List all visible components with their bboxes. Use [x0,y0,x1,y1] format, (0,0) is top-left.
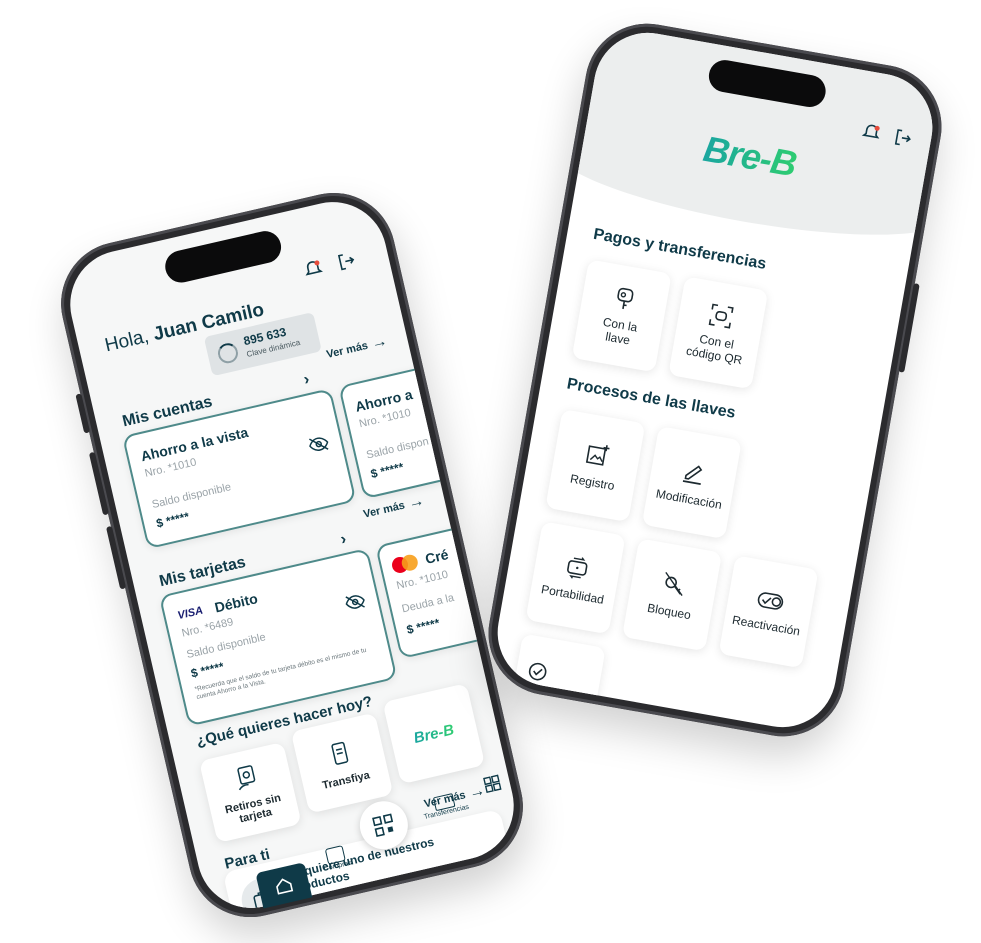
currency: $ [189,665,200,681]
accounts-see-more[interactable]: Ver más → [325,332,390,364]
hand-cash-icon [230,761,264,798]
phone-transfer-icon [323,737,357,774]
see-more-label: Ver más [362,499,407,521]
tile-label: Bloqueo [646,600,692,623]
tile-label: Reactivación [731,612,802,639]
bell-icon[interactable] [859,121,883,149]
key-modify[interactable]: Modificación [641,426,742,540]
right-screen: Bre-B Pagos y transferencias Con la llav… [489,24,941,736]
chevron-right-icon[interactable]: › [339,531,348,550]
lock-key-icon [665,571,683,596]
right-phone: Bre-B Pagos y transferencias Con la llav… [478,13,952,747]
action-cardless-withdrawal[interactable]: Retiros sin tarjeta [199,741,302,844]
arrow-right-icon: → [406,492,427,513]
pencil-icon [682,465,703,485]
arrow-right-icon: → [369,332,390,353]
qr-icon [372,813,394,838]
bre-b-logo: Bre-B [412,720,456,747]
currency: $ [405,621,415,637]
balance-value: $ ***** [155,509,191,530]
tile-label: Registro [569,471,616,494]
action-label: Retiros sin tarjeta [223,791,282,825]
check-circle-icon [528,662,547,681]
eye-off-icon[interactable] [344,592,368,617]
tile-label: Con la llave [601,314,639,348]
balance: ***** [379,459,405,479]
action-label: Transfiya [321,768,371,792]
balance: ***** [199,659,226,679]
balance: ***** [164,509,191,529]
partial-tile[interactable] [509,633,606,727]
dynamic-island [162,227,285,286]
logout-icon[interactable] [334,249,358,273]
eye-off-icon[interactable] [307,434,331,459]
balance-value: $ ***** [369,460,405,481]
currency: $ [154,515,165,531]
nav-shopping[interactable]: Compras [314,843,360,881]
action-bre-b[interactable]: Bre-B [382,683,486,785]
balance-value: $ ***** [190,659,226,680]
balance-label: Saldo dispon [365,435,430,462]
pay-with-qr[interactable]: Con el código QR [668,276,769,390]
chevron-right-icon[interactable]: › [302,371,311,390]
key-portability[interactable]: Portabilidad [525,521,626,635]
add-image-icon [585,445,610,466]
action-transfiya[interactable]: Transfiya [290,712,394,814]
qr-scan-icon [708,303,734,329]
grid-icon [483,774,502,794]
tile-label: Portabilidad [540,582,606,607]
greeting-label: Hola, [102,325,151,357]
portability-icon [567,557,588,579]
key-block[interactable]: Bloqueo [622,538,723,652]
balance: ***** [415,615,441,635]
home-icon [276,878,294,895]
pay-with-key[interactable]: Con la llave [571,259,672,373]
key-reactivate[interactable]: Reactivación [718,555,819,669]
key-register[interactable]: Registro [545,408,646,523]
mastercard-logo [390,553,421,575]
currency: $ [369,465,379,482]
visa-logo: VISA [176,604,205,623]
spinner-icon [215,341,240,366]
balance-label: Saldo disponible [150,481,233,512]
toggle-check-icon [757,592,784,610]
balance-value: $ ***** [405,616,441,637]
bell-icon[interactable] [301,257,325,281]
card-name: Débito [213,590,260,616]
card-name: Cré [423,546,450,567]
tile-label: Modificación [654,486,723,512]
tile-label: Con el código QR [685,331,744,368]
nav-explore[interactable] [476,773,512,809]
key-icon [617,287,634,310]
balance-label: Deuda a la [400,591,456,616]
account-card-2[interactable]: Ahorro a Nro. *1010 Saldo dispon $ ***** [338,360,476,500]
logout-icon[interactable] [890,126,914,154]
see-more-label: Ver más [325,339,370,361]
